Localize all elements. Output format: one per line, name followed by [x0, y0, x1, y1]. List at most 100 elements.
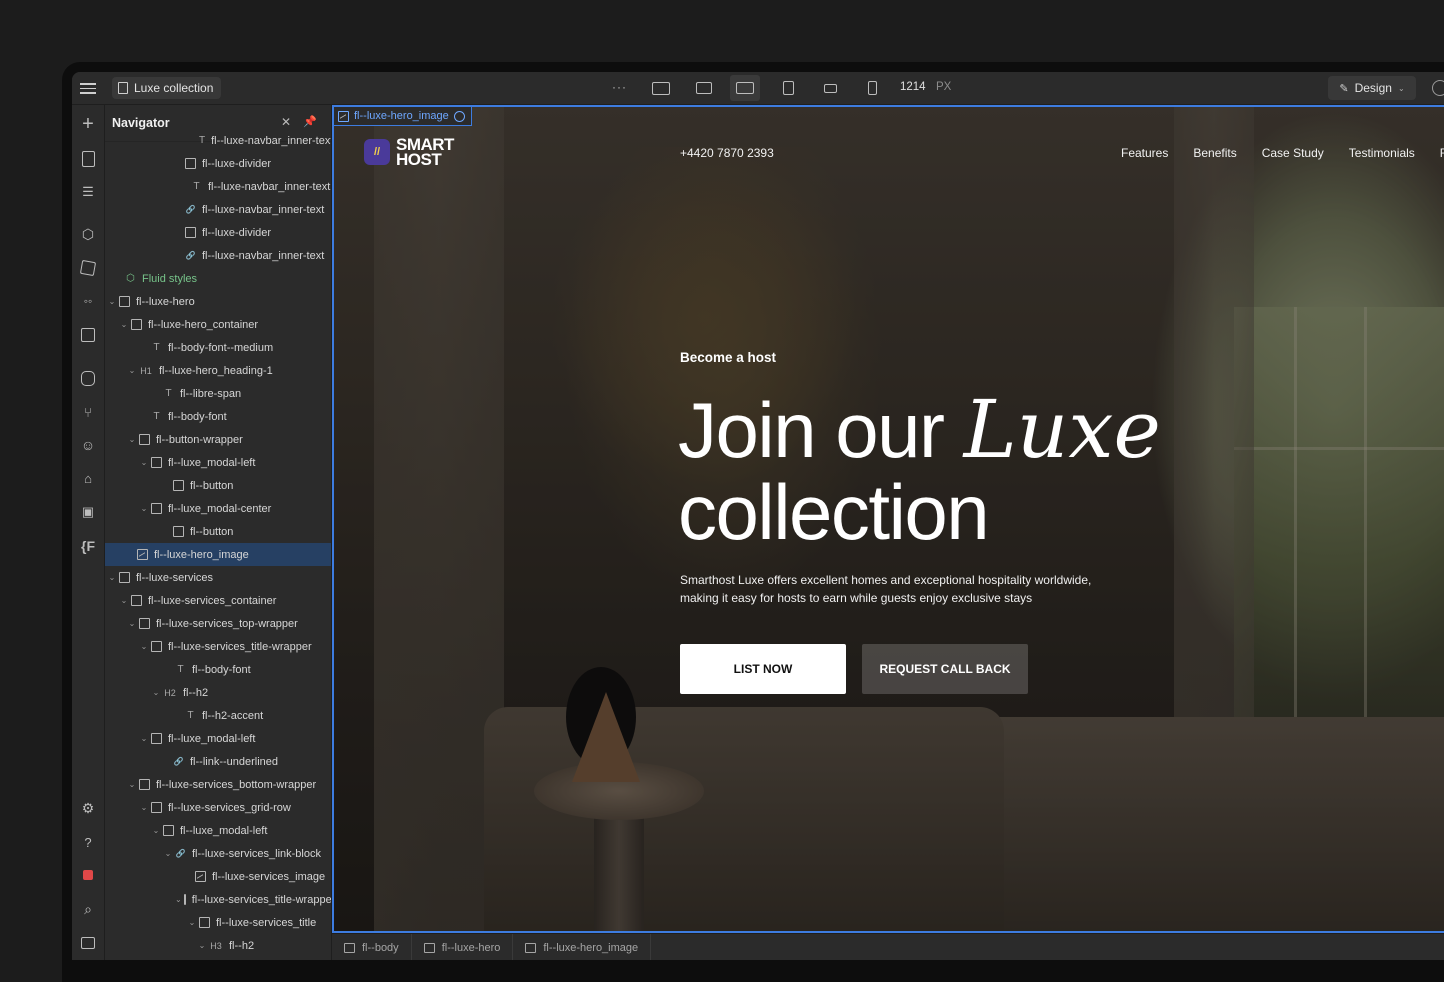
canvas-width-value[interactable]: 1214	[900, 81, 926, 93]
list-now-button[interactable]: LIST NOW	[680, 644, 846, 694]
navigator-row[interactable]: ⌄ fl--luxe_modal-center	[105, 497, 331, 520]
navigator-row[interactable]: ⌄ H2 fl--h2	[105, 681, 331, 704]
request-call-back-button[interactable]: REQUEST CALL BACK	[862, 644, 1028, 694]
phone-number[interactable]: +4420 7870 2393	[680, 146, 774, 160]
selected-element-tag[interactable]: fl--luxe-hero_image	[334, 107, 472, 126]
chevron-down-icon[interactable]: ⌄	[139, 734, 149, 743]
chevron-down-icon[interactable]: ⌄	[139, 803, 149, 812]
navigator-row[interactable]: Tfl--h2-accent	[105, 704, 331, 727]
gallery-icon[interactable]	[79, 934, 97, 952]
ecommerce-icon[interactable]: ⌂	[79, 469, 97, 487]
navigator-row[interactable]: ⌄ fl--luxe-services	[105, 566, 331, 589]
breakpoint-desktop-large-icon[interactable]	[650, 78, 672, 98]
navigator-row[interactable]: ⌄ fl--luxe-services_container	[105, 589, 331, 612]
settings-icon[interactable]: ⚙	[79, 799, 97, 817]
navigator-row[interactable]: ⌄ fl--luxe-services_title	[105, 911, 331, 934]
search-icon[interactable]: ⌕	[79, 900, 97, 918]
style-selectors-icon[interactable]	[79, 259, 97, 277]
navigator-icon[interactable]: ☰	[79, 183, 97, 201]
chevron-down-icon[interactable]: ⌄	[119, 596, 129, 605]
chevron-down-icon[interactable]: ⌄	[139, 504, 149, 513]
navigator-row[interactable]: ⌄ fl--button-wrapper	[105, 428, 331, 451]
gear-icon[interactable]	[453, 110, 465, 122]
record-icon[interactable]	[79, 866, 97, 884]
navigator-row[interactable]: fl--luxe-divider	[105, 152, 331, 175]
breakpoint-mobile-icon[interactable]	[861, 78, 883, 98]
page-selector[interactable]: Luxe collection	[112, 77, 222, 99]
breadcrumb-item[interactable]: fl--body	[332, 934, 412, 960]
assets-icon[interactable]	[79, 326, 97, 344]
chevron-down-icon[interactable]: ⌄	[175, 895, 182, 904]
breakpoint-base-icon[interactable]	[730, 75, 760, 101]
chevron-down-icon[interactable]: ⌄	[107, 573, 117, 582]
site-nav-link[interactable]: Benefits	[1193, 146, 1236, 160]
chevron-down-icon[interactable]: ⌄	[197, 941, 207, 950]
navigator-row[interactable]: fl--luxe-divider	[105, 221, 331, 244]
navigator-row[interactable]: ⌄ fl--luxe-hero_container	[105, 313, 331, 336]
smart-host-logo[interactable]: // SMART HOST	[364, 136, 454, 168]
navigator-row[interactable]: ⌄ fl--luxe-services_grid-row	[105, 796, 331, 819]
breakpoint-desktop-icon[interactable]	[693, 78, 715, 98]
mode-dropdown[interactable]: ✎ Design ⌄	[1328, 76, 1416, 100]
chevron-down-icon[interactable]: ⌄	[127, 780, 137, 789]
chevron-down-icon[interactable]: ⌄	[119, 320, 129, 329]
pages-icon[interactable]	[79, 150, 97, 168]
navigator-row[interactable]: Tfl--luxe-navbar_inner-text	[105, 129, 331, 152]
breadcrumb-item[interactable]: fl--luxe-hero_image	[513, 934, 652, 960]
breadcrumb-item[interactable]: fl--luxe-hero	[412, 934, 514, 960]
variables-icon[interactable]: ◦◦	[79, 292, 97, 310]
chevron-down-icon[interactable]: ⌄	[127, 435, 137, 444]
design-canvas[interactable]: fl--luxe-hero_image // SMART HOST +4420 …	[332, 105, 1444, 933]
finsweet-icon[interactable]: {F	[79, 537, 97, 555]
site-nav-link[interactable]: Features	[1121, 146, 1168, 160]
navigator-row[interactable]: ⌄ H1 fl--luxe-hero_heading-1	[105, 359, 331, 382]
navigator-row[interactable]: fl--button	[105, 520, 331, 543]
close-icon[interactable]: ✕	[281, 115, 291, 129]
navigator-row[interactable]: 🔗 fl--link--underlined	[105, 750, 331, 773]
pin-icon[interactable]: 📌	[303, 115, 317, 128]
site-nav-link[interactable]: Testimonials	[1349, 146, 1415, 160]
hamburger-menu-icon[interactable]	[80, 80, 96, 96]
navigator-row[interactable]: ⌄ fl--luxe-services_top-wrapper	[105, 612, 331, 635]
chevron-down-icon[interactable]: ⌄	[127, 619, 137, 628]
navigator-row[interactable]: ⌄ fl--luxe-services_bottom-wrapper	[105, 773, 331, 796]
publish-status-icon[interactable]	[1432, 80, 1444, 96]
navigator-row[interactable]: Tfl--luxe-navbar_inner-text	[105, 175, 331, 198]
users-icon[interactable]: ☺	[79, 436, 97, 454]
apps-icon[interactable]: ▣	[79, 503, 97, 521]
navigator-row[interactable]: ⌄ fl--luxe_modal-left	[105, 451, 331, 474]
navigator-row[interactable]: ⌄ fl--luxe-services_title-wrapper	[105, 888, 331, 911]
chevron-down-icon[interactable]: ⌄	[163, 849, 173, 858]
navigator-row[interactable]: ⬡ Fluid styles	[105, 267, 331, 290]
help-icon[interactable]: ?	[79, 833, 97, 851]
more-options-button[interactable]: ···	[612, 80, 627, 94]
chevron-down-icon[interactable]: ⌄	[187, 918, 197, 927]
add-element-icon[interactable]: +	[79, 113, 97, 135]
breakpoint-mobile-landscape-icon[interactable]	[819, 78, 841, 98]
logic-icon[interactable]: ⑂	[79, 403, 97, 421]
navigator-row[interactable]: Tfl--body-font--medium	[105, 336, 331, 359]
chevron-down-icon[interactable]: ⌄	[127, 366, 137, 375]
chevron-down-icon[interactable]: ⌄	[151, 826, 161, 835]
chevron-down-icon[interactable]: ⌄	[107, 297, 117, 306]
navigator-row[interactable]: fl--luxe-hero_image	[105, 543, 331, 566]
cms-icon[interactable]	[79, 369, 97, 387]
navigator-row[interactable]: ⌄ fl--luxe_modal-left	[105, 727, 331, 750]
navigator-row[interactable]: ⌄ 🔗 fl--luxe-services_link-block	[105, 842, 331, 865]
chevron-down-icon[interactable]: ⌄	[151, 688, 161, 697]
navigator-row[interactable]: ⌄ fl--luxe_modal-left	[105, 819, 331, 842]
navigator-row[interactable]: Tfl--libre-span	[105, 382, 331, 405]
chevron-down-icon[interactable]: ⌄	[139, 458, 149, 467]
navigator-row[interactable]: Tfl--body-font	[105, 405, 331, 428]
navigator-row[interactable]: ⌄ H3 fl--h2	[105, 934, 331, 957]
navigator-row[interactable]: fl--button	[105, 474, 331, 497]
breakpoint-tablet-icon[interactable]	[777, 78, 799, 98]
site-nav-link[interactable]: F	[1440, 146, 1444, 160]
navigator-row[interactable]: ⌄ fl--luxe-services_title-wrapper	[105, 635, 331, 658]
navigator-row[interactable]: fl--luxe-services_image	[105, 865, 331, 888]
components-icon[interactable]: ⬡	[79, 225, 97, 243]
navigator-row[interactable]: 🔗 fl--luxe-navbar_inner-text	[105, 198, 331, 221]
navigator-row[interactable]: ⌄ fl--luxe-hero	[105, 290, 331, 313]
chevron-down-icon[interactable]: ⌄	[139, 642, 149, 651]
navigator-row[interactable]: 🔗 fl--luxe-navbar_inner-text	[105, 244, 331, 267]
